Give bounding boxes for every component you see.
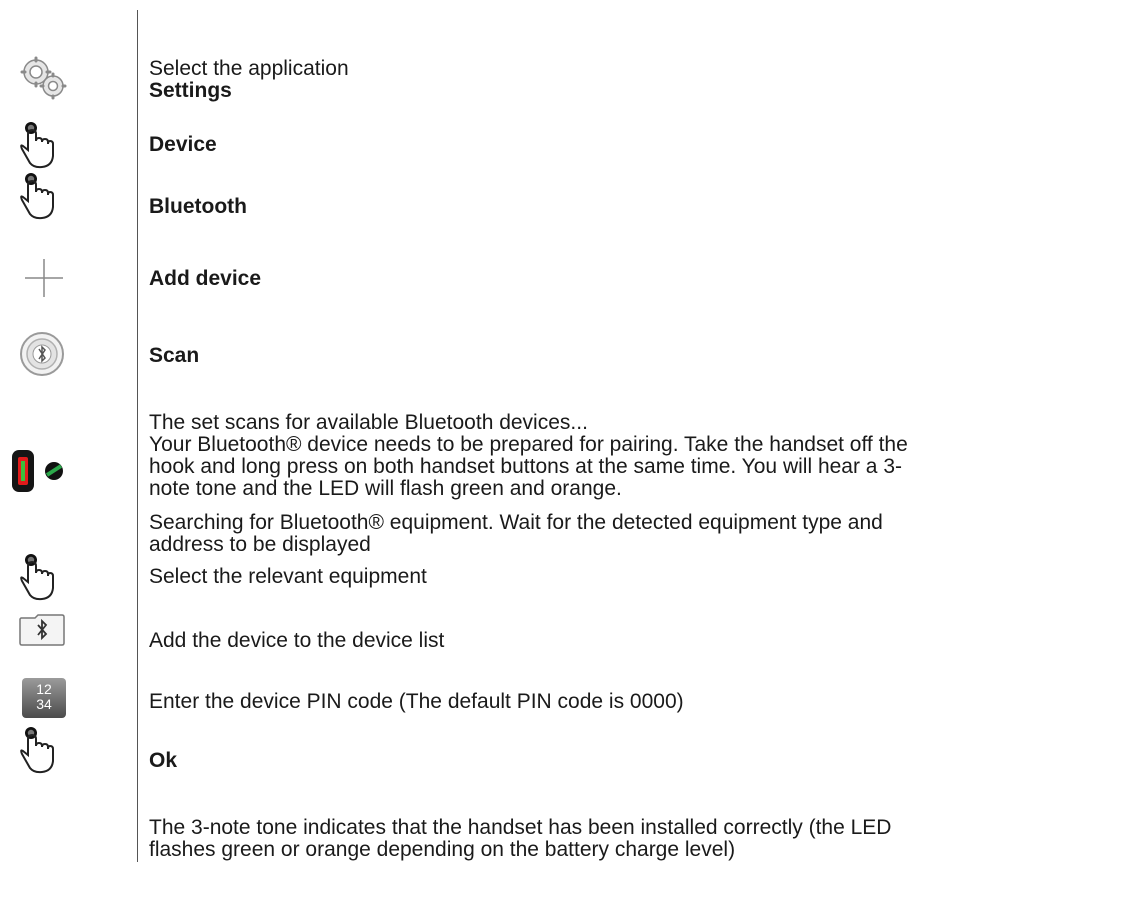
bluetooth-label: Bluetooth: [149, 195, 247, 218]
settings-label: Settings: [149, 79, 232, 102]
tap-hand-icon: [20, 727, 54, 774]
step-text: note tone and the LED will flash green a…: [149, 477, 622, 500]
settings-gears-icon: [20, 56, 67, 100]
keypad-bottom: 34: [36, 696, 52, 712]
step-select-equipment: Select the relevant equipment: [149, 565, 427, 588]
scan-label: Scan: [149, 344, 200, 367]
tap-hand-icon: [20, 554, 54, 601]
step-scan-description: The set scans for available Bluetooth de…: [149, 412, 908, 500]
bluetooth-scan-icon: [20, 332, 64, 376]
step-text: Searching for Bluetooth® equipment. Wait…: [149, 511, 883, 534]
tap-hand-icon: [20, 122, 54, 169]
step-searching: Searching for Bluetooth® equipment. Wait…: [149, 512, 883, 556]
step-final-note: The 3-note tone indicates that the hands…: [149, 817, 891, 861]
keypad-icon: 12 34: [22, 678, 66, 718]
step-text: address to be displayed: [149, 533, 371, 556]
plus-icon: [25, 259, 63, 297]
step-add-to-list: Add the device to the device list: [149, 629, 445, 652]
device-label: Device: [149, 133, 217, 156]
add-device-label: Add device: [149, 267, 262, 290]
step-text: The set scans for available Bluetooth de…: [149, 411, 588, 434]
keypad-top: 12: [36, 681, 52, 697]
divider-line: [137, 10, 138, 862]
step-text: Select the application: [149, 57, 349, 80]
ok-label: Ok: [149, 749, 178, 772]
step-text: Your Bluetooth® device needs to be prepa…: [149, 433, 908, 456]
handset-led-icon: [12, 450, 63, 492]
step-enter-pin: Enter the device PIN code (The default P…: [149, 690, 684, 713]
step-select-application: Select the application Settings: [149, 58, 349, 102]
step-text: flashes green or orange depending on the…: [149, 838, 736, 861]
step-text: hook and long press on both handset butt…: [149, 455, 902, 478]
bluetooth-folder-icon: [19, 614, 65, 646]
step-text: The 3-note tone indicates that the hands…: [149, 816, 892, 839]
tap-hand-icon: [20, 173, 54, 220]
